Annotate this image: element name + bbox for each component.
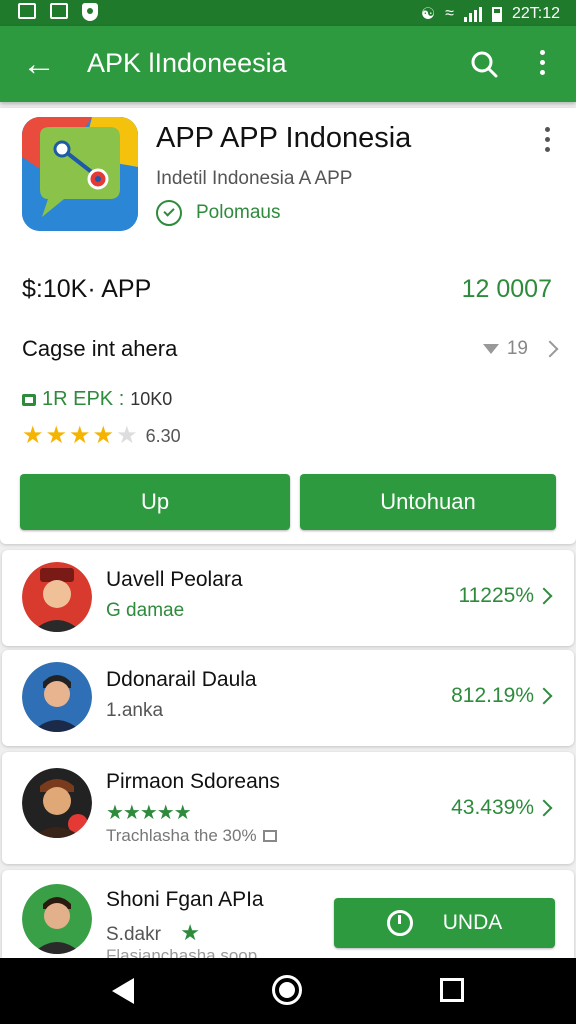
list-item[interactable]: Pirmaon Sdoreans ★★★★★ Trachlasha the 30… (2, 752, 574, 864)
size-label: 1R EPK : (42, 388, 125, 410)
system-navigation-bar (0, 958, 576, 1024)
message-icon (262, 830, 277, 842)
battery-icon (491, 6, 502, 22)
size-info: 1R EPK : 10K0 (22, 388, 172, 411)
verified-check-icon (156, 200, 182, 226)
star-icon: ★ (92, 422, 115, 449)
list-item-value: 812.19% (451, 684, 534, 707)
list-item-note-text: Trachlasha the 30% (106, 826, 257, 845)
rating-stars: ★★★★★ (106, 802, 192, 824)
list-item-name: Ddonarail Daula (106, 668, 257, 691)
unda-button-label: UNDA (442, 911, 503, 934)
size-value: 10K0 (130, 389, 173, 409)
list-item-note: Trachlasha the 30% (106, 826, 277, 846)
app-bar: ← APK lIndoneesia (0, 26, 576, 102)
list-item-subtitle: S.dakr ★ (106, 920, 200, 946)
list-item-subtitle: 1.anka (106, 700, 164, 721)
nav-back-icon[interactable] (112, 978, 134, 1004)
untohuan-button[interactable]: Untohuan (300, 474, 556, 530)
image-notification-icon (18, 3, 36, 19)
category-count: 19 (506, 338, 528, 359)
card-more-icon[interactable] (538, 127, 556, 155)
nav-home-icon[interactable] (272, 975, 302, 1005)
star-empty-icon: ★ (116, 422, 138, 449)
list-item-value: 43.439% (451, 796, 534, 819)
nav-recents-icon[interactable] (440, 978, 464, 1002)
verified-label: Polomaus (196, 202, 281, 223)
category-selector[interactable]: 19 (482, 338, 559, 360)
chevron-right-icon (535, 799, 553, 817)
search-icon[interactable] (470, 50, 498, 78)
list-item-name: Pirmaon Sdoreans (106, 770, 280, 793)
app-subtitle: Indetil Indonesia A APP (156, 168, 353, 189)
up-button[interactable]: Up (20, 474, 290, 530)
list-item-name: Shoni Fgan APIa (106, 888, 264, 911)
verified-badge: Polomaus (156, 200, 281, 226)
price-label: $:10K· APP (22, 275, 152, 303)
app-icon (22, 117, 138, 231)
list-item[interactable]: Ddonarail Daula 1.anka 812.19% (2, 650, 574, 746)
chevron-right-icon (541, 340, 559, 358)
rating-stars: ★ ★ ★ ★ ★ 6.30 (22, 424, 181, 448)
timer-icon (386, 910, 413, 936)
status-bar: ☯ ≈ 22T:12 (0, 0, 576, 26)
avatar (22, 662, 92, 732)
list-item-value: 11225% (458, 584, 534, 607)
alarm-icon: ☯ (420, 6, 436, 23)
shield-icon (82, 3, 98, 21)
list-item-subtitle: G damae (106, 600, 185, 621)
list-item[interactable]: Uavell Peolara G damae 11225% (2, 550, 574, 646)
category-label: Cagse int ahera (22, 336, 178, 361)
avatar (22, 768, 92, 838)
status-time: 22T:12 (511, 5, 560, 22)
gallery-notification-icon (50, 3, 68, 19)
signal-icon (463, 6, 482, 22)
chevron-right-icon (535, 587, 553, 605)
list-item-subtitle-text: S.dakr (106, 924, 161, 945)
star-icon: ★ (180, 920, 200, 945)
star-icon: ★ (69, 422, 91, 449)
star-icon: ★ (45, 422, 68, 449)
star-icon: ★ (22, 422, 44, 449)
avatar (22, 562, 92, 632)
app-bar-title: APK lIndoneesia (87, 48, 287, 78)
price-value: 12 0007 (461, 275, 552, 303)
app-title: APP APP Indonesia (156, 122, 412, 154)
rating-value: 6.30 (145, 425, 181, 446)
more-vert-icon[interactable] (530, 50, 554, 80)
avatar (22, 884, 92, 954)
unda-button[interactable]: UNDA (334, 898, 555, 948)
lock-icon (22, 393, 36, 406)
dropdown-triangle-icon (482, 344, 499, 354)
wifi-icon: ≈ (445, 5, 454, 22)
list-item-name: Uavell Peolara (106, 568, 243, 591)
chevron-right-icon (535, 687, 553, 705)
back-arrow-icon[interactable]: ← (22, 46, 56, 82)
